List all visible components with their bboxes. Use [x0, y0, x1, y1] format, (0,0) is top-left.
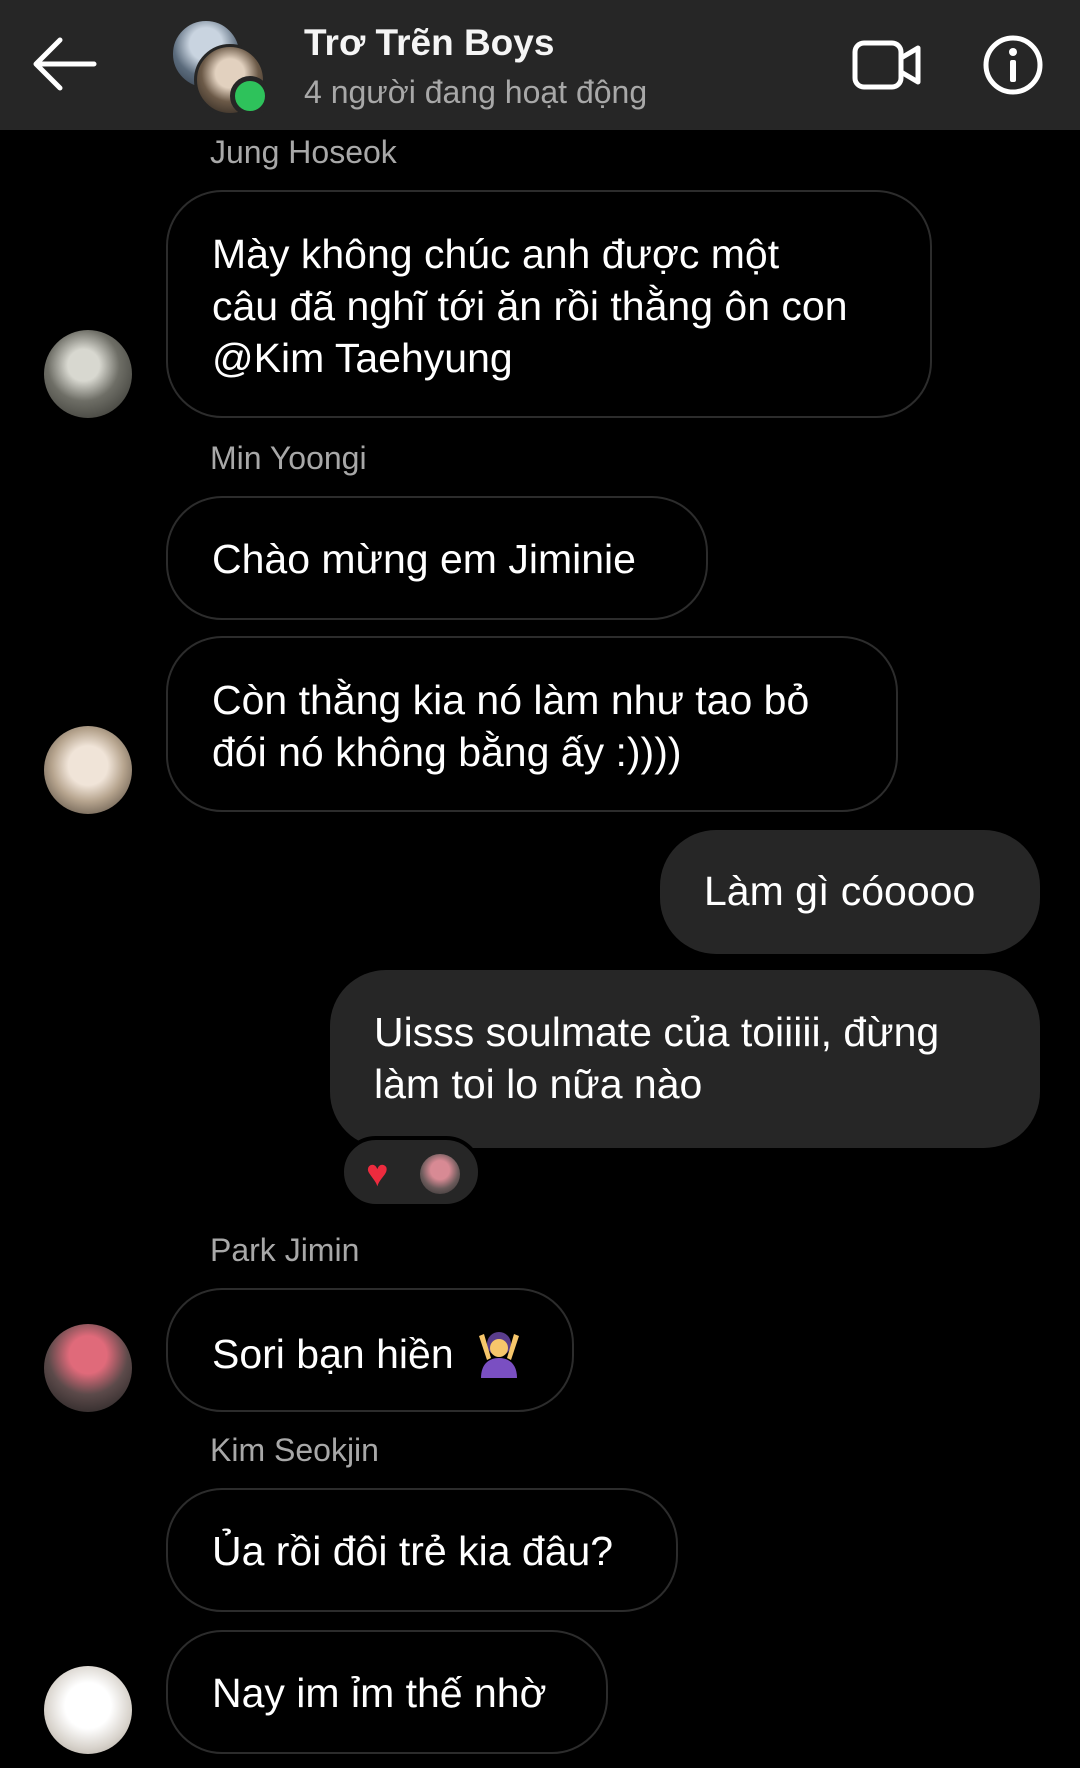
outgoing-message-bubble[interactable]: Làm gì cóoooo [660, 830, 1040, 954]
online-indicator [230, 76, 270, 116]
heart-icon: ♥ [366, 1153, 389, 1195]
video-call-icon[interactable] [852, 38, 922, 92]
message-bubble[interactable]: Ủa rồi đôi trẻ kia đâu? [166, 1488, 678, 1612]
outgoing-message-bubble[interactable]: Uisss soulmate của toiiiii, đừng làm toi… [330, 970, 1040, 1148]
back-arrow-icon[interactable] [28, 32, 100, 96]
woman-raising-hand-emoji [475, 1330, 523, 1379]
sender-name: Min Yoongi [210, 440, 367, 476]
message-text: Làm gì cóoooo [704, 868, 976, 914]
message-text: Nay im ỉm thế nhờ [212, 1670, 547, 1716]
message-bubble[interactable]: Còn thằng kia nó làm như tao bỏ đói nó k… [166, 636, 898, 812]
sender-avatar[interactable] [44, 726, 132, 814]
message-text: Còn thằng kia nó làm như tao bỏ đói nó k… [212, 677, 810, 775]
sender-avatar[interactable] [44, 1666, 132, 1754]
reactor-avatar [420, 1154, 460, 1194]
group-avatar[interactable] [170, 18, 270, 116]
sender-name: Park Jimin [210, 1232, 360, 1268]
message-bubble[interactable]: Sori bạn hiền [166, 1288, 574, 1412]
message-reactions[interactable]: ♥ [340, 1136, 482, 1208]
message-text: Uisss soulmate của toiiiii, đừng làm toi… [374, 1009, 940, 1107]
group-name[interactable]: Trơ Trẽn Boys [304, 22, 554, 64]
message-text: Chào mừng em Jiminie [212, 536, 636, 582]
message-text: Mày không chúc anh được một câu đã nghĩ … [212, 231, 848, 381]
message-bubble[interactable]: Mày không chúc anh được một câu đã nghĩ … [166, 190, 932, 418]
sender-name: Jung Hoseok [210, 134, 397, 170]
info-icon[interactable] [982, 34, 1044, 96]
sender-avatar[interactable] [44, 1324, 132, 1412]
message-bubble[interactable]: Nay im ỉm thế nhờ [166, 1630, 608, 1754]
message-text: Sori bạn hiền [212, 1331, 454, 1378]
chat-header: Trơ Trẽn Boys 4 người đang hoạt động [0, 0, 1080, 130]
sender-avatar[interactable] [44, 330, 132, 418]
active-status: 4 người đang hoạt động [304, 74, 648, 110]
message-bubble[interactable]: Chào mừng em Jiminie [166, 496, 708, 620]
sender-name: Kim Seokjin [210, 1432, 379, 1468]
message-text: Ủa rồi đôi trẻ kia đâu? [212, 1528, 614, 1574]
